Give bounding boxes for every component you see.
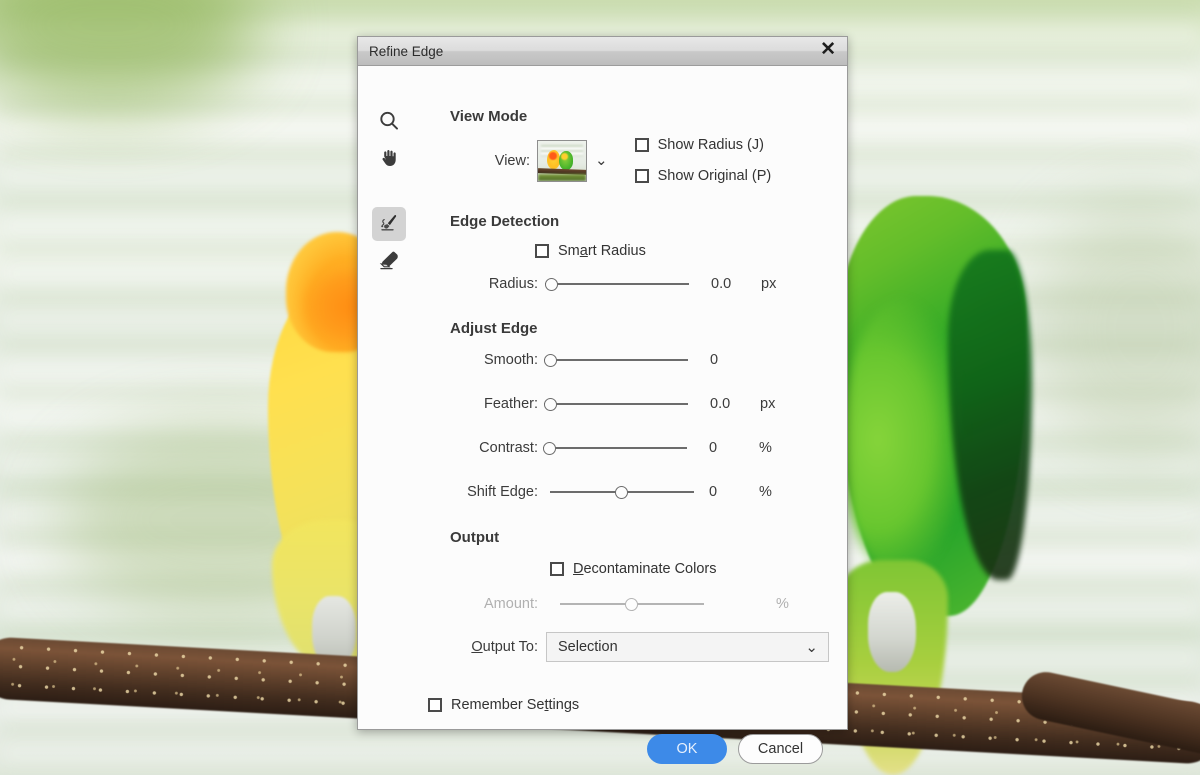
tool-rail	[358, 66, 420, 281]
show-radius-checkbox[interactable]	[634, 138, 649, 152]
output-heading: Output	[450, 529, 500, 546]
show-original-checkbox[interactable]	[634, 169, 649, 183]
feather-label: Feather:	[484, 396, 538, 412]
dialog-titlebar[interactable]: Refine Edge ✕	[358, 37, 847, 66]
smart-radius-checkbox[interactable]	[535, 244, 549, 258]
shift-edge-slider[interactable]	[550, 483, 694, 501]
view-dropdown-chevron-down-icon[interactable]: ⌄	[595, 153, 608, 168]
radius-slider-handle[interactable]	[545, 277, 558, 291]
smooth-label: Smooth:	[484, 352, 538, 368]
feather-slider-row: Feather: 0.0 px	[420, 395, 847, 413]
smart-radius-label: Smart Radius	[558, 243, 646, 259]
feather-slider-handle[interactable]	[544, 397, 557, 411]
contrast-label: Contrast:	[479, 440, 538, 456]
amount-slider-row: Amount: %	[420, 595, 847, 613]
feather-slider[interactable]	[544, 395, 688, 413]
radius-slider-track	[545, 283, 689, 285]
shift-edge-slider-handle[interactable]	[615, 485, 628, 499]
right-parrot-breast	[842, 300, 962, 580]
amount-label: Amount:	[484, 596, 538, 612]
output-to-select[interactable]: Selection ⌄	[546, 632, 829, 662]
dialog-title: Refine Edge	[369, 43, 444, 59]
output-to-row: Output To: Selection ⌄	[420, 632, 847, 662]
output-to-value: Selection	[558, 639, 618, 655]
feather-value: 0.0	[710, 396, 731, 412]
shift-edge-label: Shift Edge:	[467, 484, 538, 500]
contrast-value: 0	[709, 440, 718, 456]
radius-label: Radius:	[488, 276, 538, 292]
dialog-buttons: OK Cancel	[420, 734, 847, 764]
refine-radius-brush-tool[interactable]	[372, 207, 406, 241]
amount-slider-handle[interactable]	[625, 597, 638, 611]
adjust-edge-heading: Adjust Edge	[450, 320, 538, 337]
output-to-label: Output To:	[471, 639, 538, 655]
show-original-checkbox-row[interactable]: Show Original (P)	[634, 168, 772, 184]
eraser-icon	[379, 251, 398, 270]
right-parrot-foot	[868, 592, 916, 672]
edge-detection-heading: Edge Detection	[450, 213, 560, 230]
show-radius-label: Show Radius (J)	[657, 137, 764, 153]
contrast-slider-row: Contrast: 0 %	[420, 439, 847, 457]
close-icon[interactable]: ✕	[818, 40, 838, 62]
smooth-slider-track	[544, 359, 688, 361]
feather-slider-track	[544, 403, 688, 405]
amount-unit: %	[776, 596, 789, 612]
zoom-tool[interactable]	[372, 104, 406, 138]
view-label: View:	[494, 152, 530, 169]
hand-icon	[382, 150, 396, 166]
brush-icon	[381, 214, 397, 231]
smooth-value: 0	[710, 352, 719, 368]
view-mode-heading: View Mode	[450, 108, 528, 125]
remember-settings-checkbox-row[interactable]: Remember Settings	[428, 697, 847, 713]
output-to-chevron-down-icon[interactable]: ⌄	[805, 640, 818, 655]
view-thumbnail[interactable]	[537, 139, 587, 182]
feather-unit: px	[760, 396, 776, 412]
decontaminate-colors-checkbox-row[interactable]: Decontaminate Colors	[550, 561, 847, 577]
contrast-slider-track	[543, 447, 687, 449]
erase-refinements-tool[interactable]	[372, 244, 406, 278]
smooth-slider-row: Smooth: 0	[420, 351, 847, 369]
radius-unit: px	[761, 276, 777, 292]
magnifier-icon	[380, 111, 398, 130]
shift-edge-value: 0	[709, 484, 718, 500]
contrast-slider-handle[interactable]	[543, 441, 556, 455]
shift-edge-slider-row: Shift Edge: 0 %	[420, 483, 847, 501]
dialog-content: View Mode View: ⌄ Show Radius (J) Show O…	[420, 66, 847, 764]
show-original-label: Show Original (P)	[657, 168, 772, 184]
dialog-body: View Mode View: ⌄ Show Radius (J) Show O…	[358, 66, 847, 764]
radius-slider-row: Radius: 0.0 px	[420, 275, 847, 293]
smooth-slider[interactable]	[544, 351, 688, 369]
decontaminate-colors-checkbox[interactable]	[550, 562, 564, 576]
remember-settings-checkbox[interactable]	[428, 698, 442, 712]
show-radius-checkbox-row[interactable]: Show Radius (J)	[634, 137, 772, 153]
shift-edge-unit: %	[759, 484, 772, 500]
remember-settings-label: Remember Settings	[451, 697, 580, 713]
cancel-button[interactable]: Cancel	[738, 734, 823, 764]
decontaminate-colors-label: Decontaminate Colors	[573, 561, 717, 577]
view-mode-row: View: ⌄ Show Radius (J) Show Original (P…	[420, 137, 847, 184]
smart-radius-checkbox-row[interactable]: Smart Radius	[535, 243, 847, 259]
ok-button[interactable]: OK	[647, 734, 727, 764]
contrast-slider[interactable]	[543, 439, 687, 457]
refine-edge-dialog: Refine Edge ✕ View Mode View: ⌄ Show Rad…	[357, 36, 848, 764]
amount-slider[interactable]	[560, 595, 704, 613]
contrast-unit: %	[759, 440, 772, 456]
smooth-slider-handle[interactable]	[544, 353, 557, 367]
hand-tool[interactable]	[372, 141, 406, 175]
radius-slider[interactable]	[545, 275, 689, 293]
radius-value: 0.0	[711, 276, 732, 292]
